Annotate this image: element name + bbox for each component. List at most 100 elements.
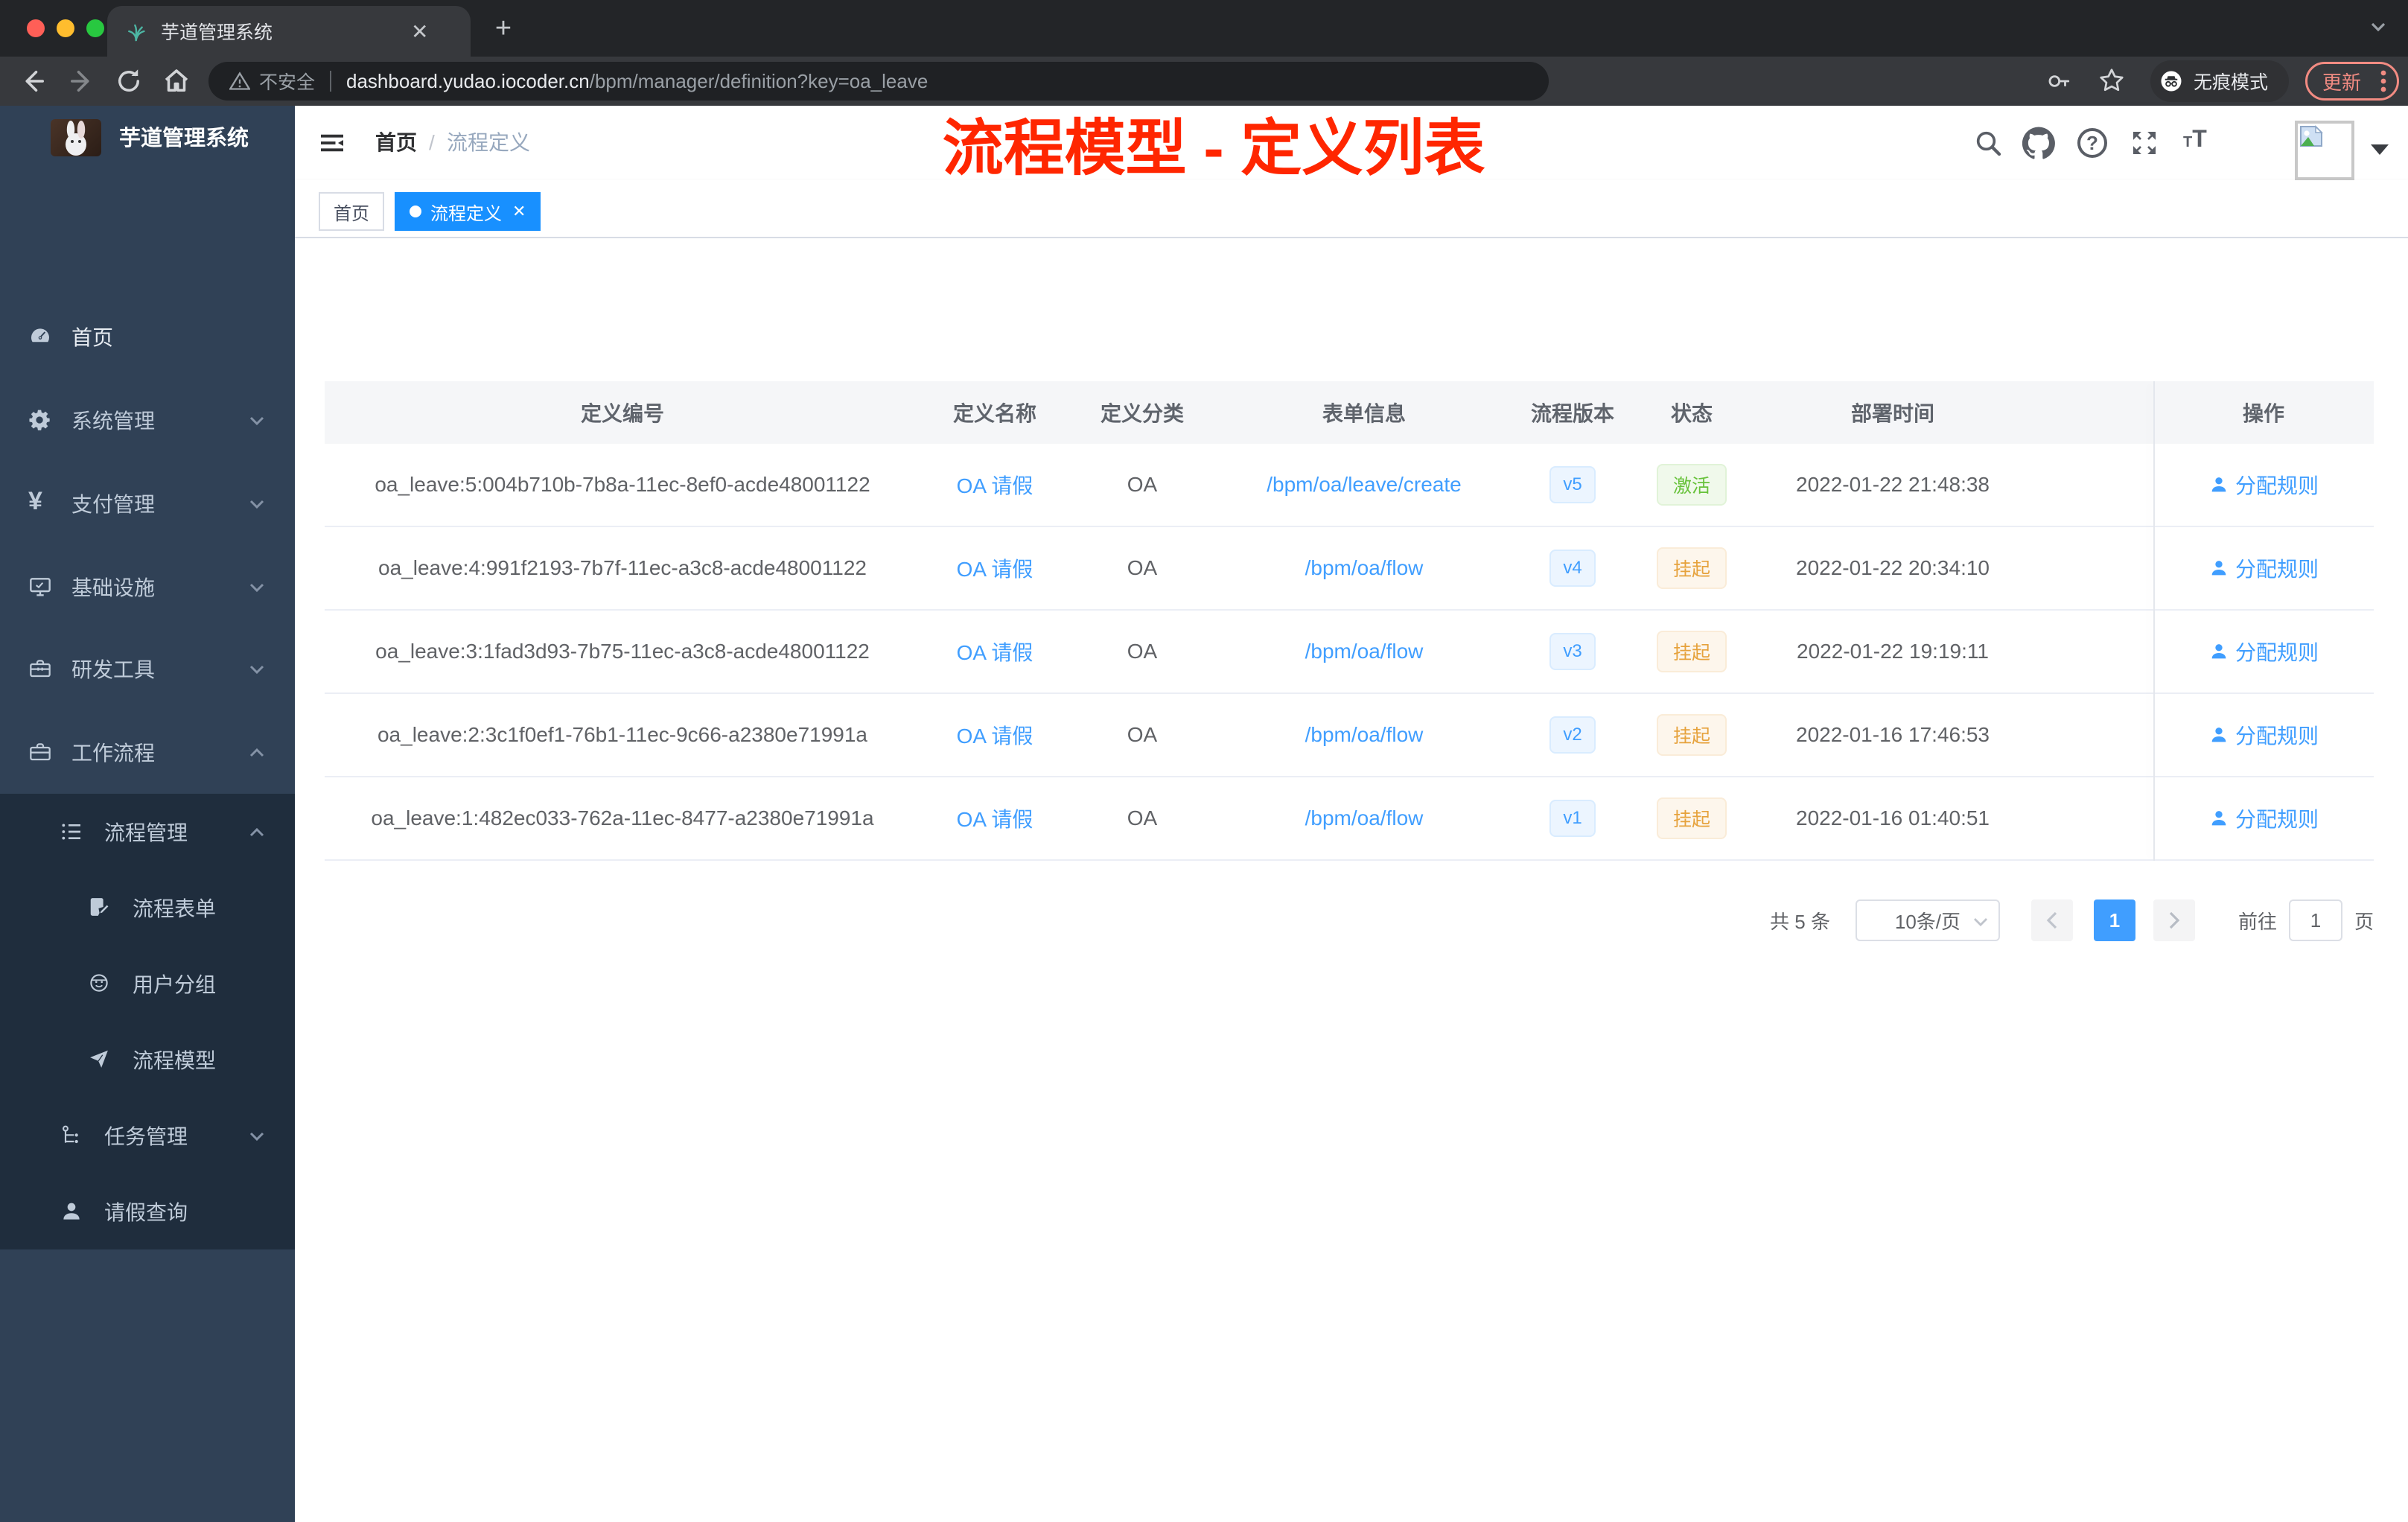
definition-name-link[interactable]: OA 请假 (957, 470, 1033, 500)
tag-home[interactable]: 首页 (319, 192, 384, 231)
prev-page-button[interactable] (2030, 899, 2073, 941)
cell-category: OA (1127, 806, 1158, 830)
form-link[interactable]: /bpm/oa/flow (1305, 806, 1424, 830)
assign-rule-button[interactable]: 分配规则 (2208, 637, 2319, 666)
sidebar-item-label: 工作流程 (71, 742, 156, 765)
url-host: dashboard.yudao.iocoder.cn (346, 69, 590, 92)
bookmark-star-icon[interactable] (2098, 67, 2125, 94)
definition-name-link[interactable]: OA 请假 (957, 803, 1033, 833)
assign-rule-button[interactable]: 分配规则 (2208, 803, 2319, 833)
current-page-button[interactable]: 1 (2093, 899, 2135, 941)
sidebar-fold-icon[interactable] (319, 130, 345, 156)
help-icon[interactable]: ? (2077, 128, 2107, 158)
browser-toolbar: 不安全 dashboard.yudao.iocoder.cn/bpm/manag… (0, 57, 2408, 106)
chevron-left-icon (2046, 911, 2057, 929)
form-link[interactable]: /bpm/oa/flow (1305, 640, 1424, 663)
sidebar-item-user-group[interactable]: 用户分组 (0, 946, 295, 1022)
sidebar-item-dev-tools[interactable]: 研发工具 (0, 627, 295, 710)
sidebar-item-infrastructure[interactable]: 基础设施 (0, 545, 295, 628)
form-link[interactable]: /bpm/oa/flow (1305, 556, 1424, 580)
cell-deploy-time: 2022-01-22 19:19:11 (1797, 640, 1989, 663)
browser-tab[interactable]: 芋道管理系统 ✕ (107, 6, 471, 57)
sidebar-item-process-management[interactable]: 流程管理 (0, 794, 295, 870)
col-process-version: 流程版本 (1530, 402, 1614, 425)
status-badge[interactable]: 挂起 (1656, 714, 1727, 756)
tab-search-chevron-icon[interactable] (2369, 21, 2387, 33)
search-icon[interactable] (1973, 128, 2003, 158)
tag-process-definition[interactable]: 流程定义 ✕ (395, 192, 541, 231)
chevron-up-icon (249, 748, 264, 757)
status-badge[interactable]: 激活 (1656, 464, 1727, 506)
password-key-icon[interactable] (2046, 69, 2071, 94)
browser-menu-dots-icon[interactable] (2380, 69, 2386, 93)
goto-page-input[interactable] (2288, 899, 2342, 941)
chevron-down-icon (249, 583, 264, 593)
url-bar[interactable]: 不安全 dashboard.yudao.iocoder.cn/bpm/manag… (208, 62, 1549, 101)
font-size-icon[interactable]: TT (2183, 125, 2207, 153)
definition-name-link[interactable]: OA 请假 (957, 637, 1033, 666)
reload-icon[interactable] (113, 66, 144, 97)
window-zoom-button[interactable] (86, 19, 104, 37)
toolbox-icon (30, 660, 51, 678)
table-row: oa_leave:1:482ec033-762a-11ec-8477-a2380… (325, 777, 2374, 861)
assign-rule-button[interactable]: 分配规则 (2208, 470, 2319, 500)
chevron-right-icon (2169, 911, 2180, 929)
window-minimize-button[interactable] (57, 19, 74, 37)
table-header: 定义编号 定义名称 定义分类 表单信息 流程版本 状态 部署时间 操作 (325, 381, 2374, 444)
cell-deploy-time: 2022-01-22 20:34:10 (1796, 556, 1990, 579)
assign-rule-button[interactable]: 分配规则 (2208, 553, 2319, 583)
forward-icon[interactable] (66, 66, 97, 97)
status-badge[interactable]: 挂起 (1656, 797, 1727, 839)
sidebar-item-home[interactable]: 首页 (0, 295, 295, 378)
status-badge[interactable]: 挂起 (1656, 631, 1727, 672)
sidebar-item-payment[interactable]: ¥ 支付管理 (0, 462, 295, 545)
cell-deploy-time: 2022-01-16 17:46:53 (1796, 723, 1990, 746)
update-label: 更新 (2322, 71, 2362, 94)
sidebar-item-process-form[interactable]: 流程表单 (0, 870, 295, 946)
assign-rule-button[interactable]: 分配规则 (2208, 720, 2319, 750)
tab-title: 芋道管理系统 (161, 22, 273, 43)
incognito-icon (2161, 71, 2182, 92)
sidebar-logo[interactable]: 芋道管理系统 (0, 106, 295, 180)
col-deploy-time: 部署时间 (1850, 402, 1934, 425)
breadcrumb-home[interactable]: 首页 (375, 106, 417, 180)
version-tag: v2 (1549, 716, 1596, 754)
window-close-button[interactable] (27, 19, 45, 37)
user-avatar[interactable] (2295, 121, 2354, 180)
cell-category: OA (1127, 723, 1158, 746)
form-link[interactable]: /bpm/oa/flow (1305, 723, 1424, 747)
definition-name-link[interactable]: OA 请假 (957, 553, 1033, 583)
screen: 芋道管理系统 ✕ + 不安全 dashboard.yudao.iocoder.c… (0, 0, 2408, 1522)
tag-label: 流程定义 (430, 203, 502, 224)
home-icon[interactable] (161, 66, 192, 97)
definition-name-link[interactable]: OA 请假 (957, 720, 1033, 750)
incognito-badge[interactable]: 无痕模式 (2150, 60, 2289, 102)
url-separator (330, 71, 332, 92)
version-tag: v1 (1549, 800, 1596, 837)
update-button[interactable]: 更新 (2305, 62, 2399, 101)
sidebar-item-workflow[interactable]: 工作流程 (0, 710, 295, 794)
tab-close-icon[interactable]: ✕ (411, 19, 428, 44)
avatar-dropdown-caret-icon[interactable] (2371, 144, 2389, 155)
briefcase-icon (30, 743, 51, 761)
col-definition-category: 定义分类 (1100, 402, 1184, 425)
page-size-select[interactable]: 10条/页 (1855, 899, 2000, 941)
security-label[interactable]: 不安全 (259, 68, 315, 95)
fullscreen-icon[interactable] (2130, 128, 2159, 158)
app-navbar: 首页 / 流程定义 流程模型 - 定义列表 ? TT (295, 106, 2408, 182)
sidebar-item-leave-query[interactable]: 请假查询 (0, 1174, 295, 1249)
sidebar-item-system[interactable]: 系统管理 (0, 378, 295, 462)
sidebar-item-task-management[interactable]: 任务管理 (0, 1098, 295, 1174)
dashboard-icon (31, 328, 49, 343)
new-tab-button[interactable]: + (485, 12, 521, 48)
back-icon[interactable] (18, 66, 49, 97)
form-link[interactable]: /bpm/oa/leave/create (1267, 473, 1462, 497)
status-badge[interactable]: 挂起 (1656, 547, 1727, 589)
table-row: oa_leave:4:991f2193-7b7f-11ec-a3c8-acde4… (325, 527, 2374, 611)
github-icon[interactable] (2022, 127, 2055, 159)
sidebar-item-process-model[interactable]: 流程模型 (0, 1022, 295, 1098)
active-dot-icon (410, 206, 421, 217)
url-path: /bpm/manager/definition?key=oa_leave (589, 69, 929, 92)
tag-close-icon[interactable]: ✕ (512, 202, 526, 221)
next-page-button[interactable] (2153, 899, 2195, 941)
